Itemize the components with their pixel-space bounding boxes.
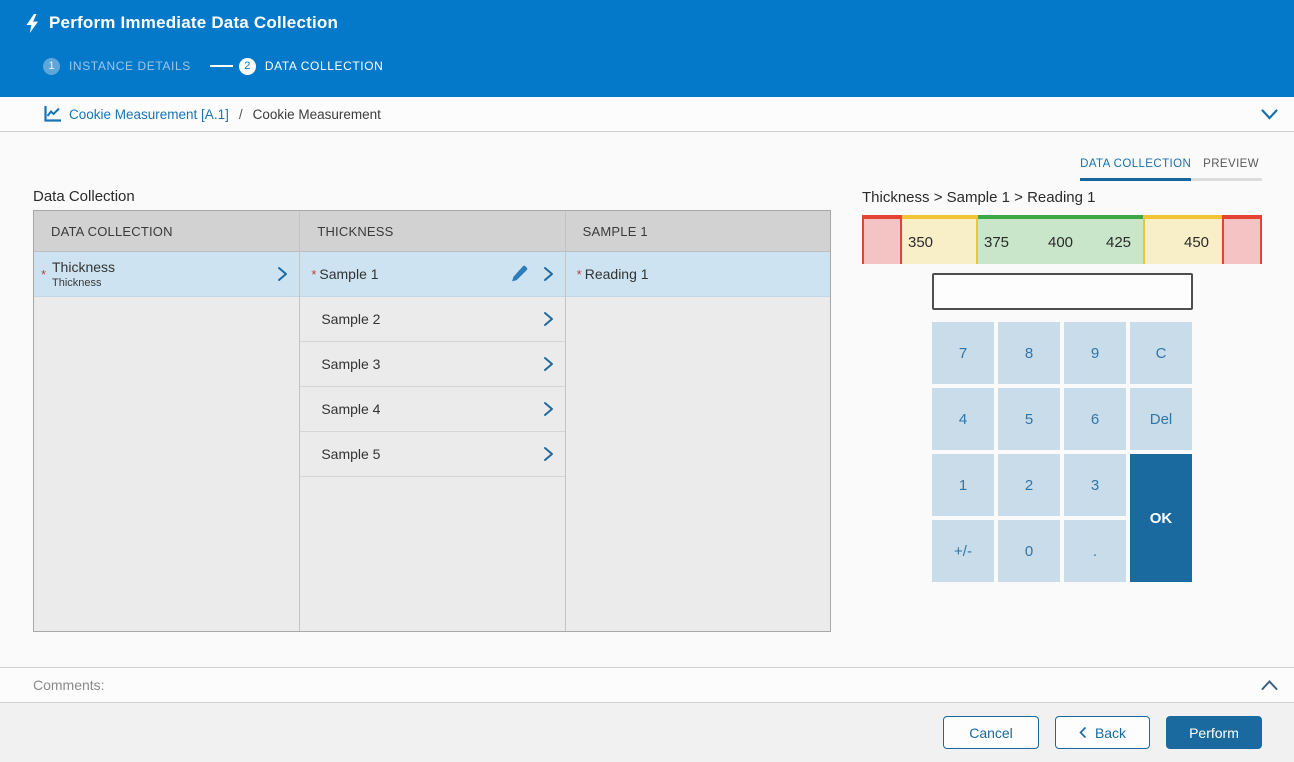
chart-icon (44, 106, 61, 122)
comments-label: Comments: (33, 677, 105, 693)
measurement-path: Thickness > Sample 1 > Reading 1 (862, 189, 1095, 206)
chevron-right-icon (543, 311, 554, 327)
step-connector (210, 65, 233, 67)
scale-boundary-375: 375 (984, 234, 1009, 251)
chevron-right-icon (543, 266, 554, 282)
step-1-circle: 1 (43, 58, 60, 75)
edit-pencil-icon[interactable] (510, 265, 528, 283)
scale-boundary-450: 450 (1184, 234, 1209, 251)
row-sample-1[interactable]: * Sample 1 (300, 252, 564, 297)
dialog-footer: Cancel Back Perform (0, 703, 1294, 762)
step-1-label: INSTANCE DETAILS (69, 59, 191, 73)
column-sample-1: SAMPLE 1 * Reading 1 (565, 211, 830, 631)
reading-value-input[interactable] (932, 273, 1193, 310)
breadcrumb-separator: / (239, 107, 243, 122)
key-7[interactable]: 7 (932, 322, 994, 384)
scale-zone-red-high (1222, 215, 1262, 264)
row-sample-4[interactable]: Sample 4 (300, 387, 564, 432)
breadcrumb-link[interactable]: Cookie Measurement [A.1] (69, 107, 229, 122)
key-6[interactable]: 6 (1064, 388, 1126, 450)
dialog-title: Perform Immediate Data Collection (49, 13, 338, 33)
wizard-steps: 1 INSTANCE DETAILS 2 DATA COLLECTION (43, 57, 383, 75)
chevron-left-icon (1079, 726, 1087, 739)
key-ok[interactable]: OK (1130, 454, 1192, 582)
key-5[interactable]: 5 (998, 388, 1060, 450)
key-0[interactable]: 0 (998, 520, 1060, 582)
key-1[interactable]: 1 (932, 454, 994, 516)
numeric-keypad: 7 8 9 C 4 5 6 Del 1 2 3 OK +/- 0 . (932, 322, 1192, 582)
comments-bar: Comments: (0, 667, 1294, 703)
back-button-label: Back (1095, 725, 1126, 741)
chevron-up-icon[interactable] (1261, 680, 1278, 691)
lightning-icon (25, 14, 39, 33)
scale-boundary-425: 425 (1106, 234, 1131, 251)
required-asterisk: * (311, 267, 316, 282)
column-data-collection: DATA COLLECTION * Thickness Thickness (34, 211, 299, 631)
column-header: DATA COLLECTION (34, 211, 299, 252)
tab-preview[interactable]: PREVIEW (1191, 158, 1262, 181)
chevron-down-icon[interactable] (1261, 109, 1278, 120)
step-2-circle: 2 (239, 58, 256, 75)
back-button[interactable]: Back (1055, 716, 1150, 749)
dialog-header: Perform Immediate Data Collection 1 INST… (0, 0, 1294, 97)
required-asterisk: * (577, 267, 582, 282)
section-title: Data Collection (33, 188, 135, 205)
step-instance-details[interactable]: 1 INSTANCE DETAILS (43, 58, 191, 75)
key-4[interactable]: 4 (932, 388, 994, 450)
row-thickness[interactable]: * Thickness Thickness (34, 252, 299, 297)
panel-tabs: DATA COLLECTION PREVIEW (862, 158, 1262, 181)
chevron-right-icon (543, 446, 554, 462)
required-asterisk: * (41, 267, 46, 282)
key-2[interactable]: 2 (998, 454, 1060, 516)
key-9[interactable]: 9 (1064, 322, 1126, 384)
column-thickness: THICKNESS * Sample 1 Sample 2 Sample 3 (299, 211, 564, 631)
tab-data-collection[interactable]: DATA COLLECTION (1080, 158, 1191, 181)
perform-data-collection-dialog: Perform Immediate Data Collection 1 INST… (0, 0, 1294, 762)
row-sample-3[interactable]: Sample 3 (300, 342, 564, 387)
scale-zone-red-low (862, 215, 902, 264)
key-decimal[interactable]: . (1064, 520, 1126, 582)
scale-boundary-350: 350 (908, 234, 933, 251)
key-3[interactable]: 3 (1064, 454, 1126, 516)
spec-limit-scale: 350 375 400 425 450 (862, 215, 1262, 264)
cancel-button[interactable]: Cancel (943, 716, 1039, 749)
key-delete[interactable]: Del (1130, 388, 1192, 450)
perform-button[interactable]: Perform (1166, 716, 1262, 749)
key-8[interactable]: 8 (998, 322, 1060, 384)
row-reading-1[interactable]: * Reading 1 (566, 252, 830, 297)
step-data-collection[interactable]: 2 DATA COLLECTION (239, 58, 384, 75)
step-2-label: DATA COLLECTION (265, 59, 384, 73)
breadcrumb: Cookie Measurement [A.1] / Cookie Measur… (0, 97, 1294, 132)
breadcrumb-current: Cookie Measurement (253, 107, 381, 122)
chevron-right-icon (543, 356, 554, 372)
column-header: SAMPLE 1 (566, 211, 830, 252)
key-clear[interactable]: C (1130, 322, 1192, 384)
chevron-right-icon (543, 401, 554, 417)
scale-boundary-400: 400 (1048, 234, 1073, 251)
key-plus-minus[interactable]: +/- (932, 520, 994, 582)
column-header: THICKNESS (300, 211, 564, 252)
row-sample-5[interactable]: Sample 5 (300, 432, 564, 477)
row-sample-2[interactable]: Sample 2 (300, 297, 564, 342)
scale-zone-yellow-high (1143, 215, 1222, 264)
chevron-right-icon (277, 266, 288, 282)
data-collection-table: DATA COLLECTION * Thickness Thickness TH… (33, 210, 831, 632)
